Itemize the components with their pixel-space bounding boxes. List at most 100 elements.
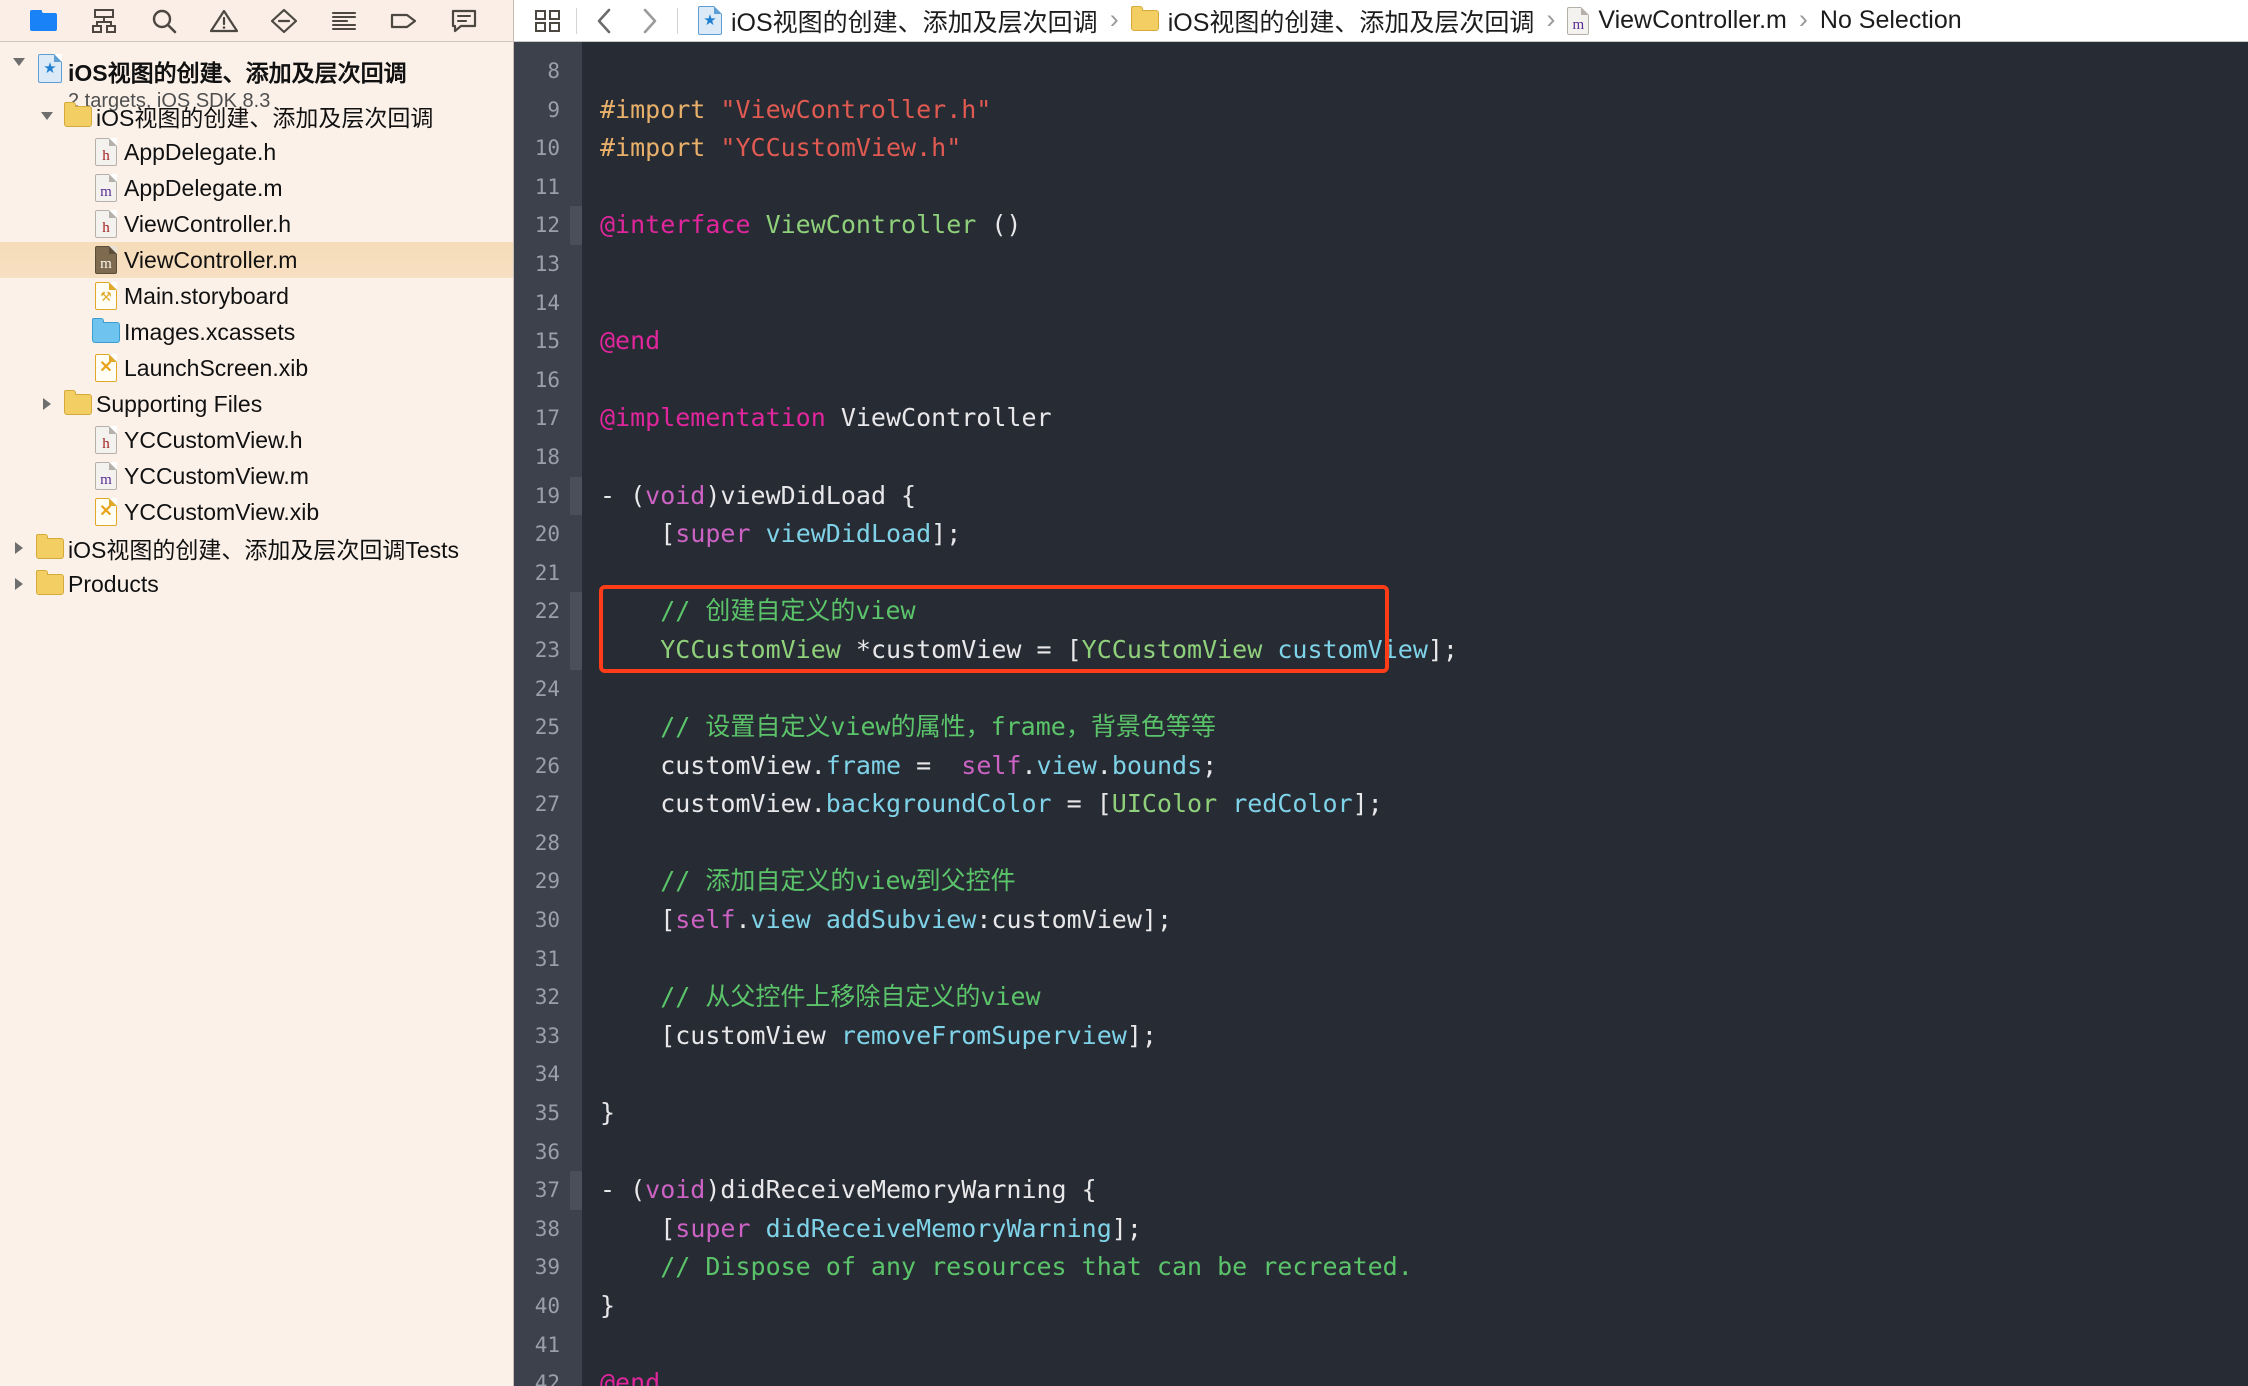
code-line[interactable] <box>600 168 2248 207</box>
code-line[interactable] <box>600 52 2248 91</box>
fold-marker[interactable] <box>570 322 582 361</box>
code-line[interactable]: // Dispose of any resources that can be … <box>600 1248 2248 1287</box>
code-line[interactable]: @implementation ViewController <box>600 399 2248 438</box>
navigator-row[interactable]: ✕ YCCustomView.xib <box>0 494 513 530</box>
navigator-folder-icon[interactable] <box>14 1 74 41</box>
fold-marker[interactable] <box>570 361 582 400</box>
navigator-row[interactable]: m YCCustomView.m <box>0 458 513 494</box>
code-line[interactable]: } <box>600 1094 2248 1133</box>
navigator-row[interactable]: h AppDelegate.h <box>0 134 513 170</box>
tag-icon[interactable] <box>374 1 434 41</box>
breadcrumb-item-selection[interactable]: No Selection <box>1816 6 1966 35</box>
navigator-row[interactable]: h ViewController.h <box>0 206 513 242</box>
navigator-row[interactable]: h YCCustomView.h <box>0 422 513 458</box>
fold-marker[interactable] <box>570 206 582 245</box>
fold-marker[interactable] <box>570 438 582 477</box>
code-fold-ribbon[interactable] <box>570 42 582 1386</box>
code-line[interactable]: [super viewDidLoad]; <box>600 515 2248 554</box>
code-line[interactable] <box>600 1326 2248 1365</box>
code-line[interactable]: #import "YCCustomView.h" <box>600 129 2248 168</box>
forward-chevron-icon[interactable] <box>627 0 671 41</box>
back-chevron-icon[interactable] <box>583 0 627 41</box>
disclosure-triangle-right-icon[interactable] <box>34 396 60 412</box>
search-icon[interactable] <box>134 1 194 41</box>
navigator-row[interactable]: m AppDelegate.m <box>0 170 513 206</box>
fold-marker[interactable] <box>570 901 582 940</box>
code-line[interactable]: #import "ViewController.h" <box>600 91 2248 130</box>
breadcrumb-item-file[interactable]: m ViewController.m <box>1563 6 1791 35</box>
disclosure-triangle-right-icon[interactable] <box>6 540 32 556</box>
code-line[interactable] <box>600 361 2248 400</box>
code-line[interactable] <box>600 554 2248 593</box>
fold-marker[interactable] <box>570 1364 582 1386</box>
code-line[interactable] <box>600 1133 2248 1172</box>
navigator-row[interactable]: iOS视图的创建、添加及层次回调Tests <box>0 530 513 566</box>
hierarchy-icon[interactable] <box>74 1 134 41</box>
code-line[interactable]: @interface ViewController () <box>600 206 2248 245</box>
code-line[interactable] <box>600 940 2248 979</box>
code-line[interactable]: [super didReceiveMemoryWarning]; <box>600 1210 2248 1249</box>
fold-marker[interactable] <box>570 785 582 824</box>
fold-marker[interactable] <box>570 1248 582 1287</box>
code-text[interactable]: #import "ViewController.h" #import "YCCus… <box>582 42 2248 1386</box>
code-line[interactable] <box>600 670 2248 709</box>
code-line[interactable]: // 创建自定义的view <box>600 592 2248 631</box>
code-line[interactable]: // 设置自定义view的属性，frame，背景色等等 <box>600 708 2248 747</box>
code-line[interactable]: } <box>600 1287 2248 1326</box>
disclosure-triangle-right-icon[interactable] <box>6 576 32 592</box>
fold-marker[interactable] <box>570 245 582 284</box>
related-items-icon[interactable] <box>526 0 570 41</box>
fold-marker[interactable] <box>570 1326 582 1365</box>
code-line[interactable]: [self.view addSubview:customView]; <box>600 901 2248 940</box>
fold-marker[interactable] <box>570 862 582 901</box>
fold-marker[interactable] <box>570 1287 582 1326</box>
report-bubble-icon[interactable] <box>434 1 494 41</box>
navigator-row[interactable]: ★ iOS视图的创建、添加及层次回调 2 targets, iOS SDK 8.3 <box>0 50 513 112</box>
navigator-row[interactable]: ✕ LaunchScreen.xib <box>0 350 513 386</box>
code-line[interactable]: @end <box>600 1364 2248 1386</box>
code-line[interactable]: // 从父控件上移除自定义的view <box>600 978 2248 1017</box>
fold-marker[interactable] <box>570 747 582 786</box>
fold-marker[interactable] <box>570 476 582 516</box>
fold-marker[interactable] <box>570 940 582 979</box>
navigator-row[interactable]: m ViewController.m <box>0 242 513 278</box>
fold-marker[interactable] <box>570 978 582 1017</box>
code-line[interactable]: YCCustomView *customView = [YCCustomView… <box>600 631 2248 670</box>
navigator-row[interactable]: Images.xcassets <box>0 314 513 350</box>
fold-marker[interactable] <box>570 1210 582 1249</box>
code-line[interactable]: // 添加自定义的view到父控件 <box>600 862 2248 901</box>
fold-marker[interactable] <box>570 670 582 709</box>
fold-marker[interactable] <box>570 515 582 554</box>
navigator-row[interactable]: iOS视图的创建、添加及层次回调 <box>0 98 513 134</box>
fold-marker[interactable] <box>570 824 582 863</box>
navigator-row[interactable]: Products <box>0 566 513 602</box>
fold-marker[interactable] <box>570 1133 582 1172</box>
fold-marker[interactable] <box>570 168 582 207</box>
code-line[interactable] <box>600 824 2248 863</box>
disclosure-triangle-down-icon[interactable] <box>6 54 32 70</box>
code-line[interactable] <box>600 284 2248 323</box>
code-line[interactable]: customView.backgroundColor = [UIColor re… <box>600 785 2248 824</box>
code-line[interactable] <box>600 1055 2248 1094</box>
fold-marker[interactable] <box>570 91 582 130</box>
fold-marker[interactable] <box>570 1055 582 1094</box>
fold-marker[interactable] <box>570 52 582 91</box>
code-line[interactable]: customView.frame = self.view.bounds; <box>600 747 2248 786</box>
warning-triangle-icon[interactable] <box>194 1 254 41</box>
code-line[interactable]: - (void)viewDidLoad { <box>600 477 2248 516</box>
fold-marker[interactable] <box>570 1017 582 1056</box>
source-editor[interactable]: 8 9 10 11 12 13 14 15 16 17 18 19 20 21 22 23 24 25 26 27 28… <box>514 42 2248 1386</box>
fold-marker[interactable] <box>570 592 582 631</box>
breadcrumb-item-project[interactable]: ★ iOS视图的创建、添加及层次回调 <box>694 3 1102 39</box>
test-diamond-icon[interactable] <box>254 1 314 41</box>
project-navigator[interactable]: ★ iOS视图的创建、添加及层次回调 2 targets, iOS SDK 8.3 i… <box>0 42 514 1386</box>
fold-marker[interactable] <box>570 554 582 593</box>
debug-list-icon[interactable] <box>314 1 374 41</box>
fold-marker[interactable] <box>570 399 582 438</box>
fold-marker[interactable] <box>570 708 582 747</box>
fold-marker[interactable] <box>570 1094 582 1133</box>
code-line[interactable]: @end <box>600 322 2248 361</box>
code-line[interactable] <box>600 438 2248 477</box>
fold-marker[interactable] <box>570 129 582 168</box>
code-line[interactable] <box>600 245 2248 284</box>
